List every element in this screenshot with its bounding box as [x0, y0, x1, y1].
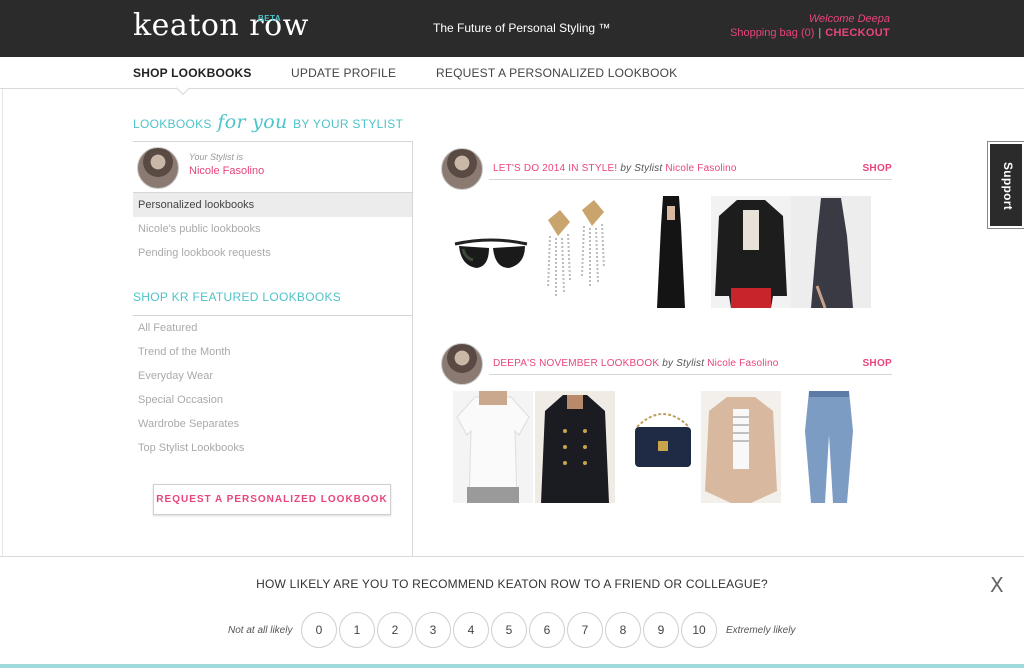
score-button-3[interactable]: 3 — [415, 612, 451, 648]
sidebar-item-all-featured[interactable]: All Featured — [133, 316, 412, 340]
product-crystal-earrings[interactable] — [536, 196, 616, 308]
sidebar-item-personalized[interactable]: Personalized lookbooks — [133, 193, 412, 217]
shop-link[interactable]: SHOP — [862, 358, 892, 369]
shopping-bag-link[interactable]: Shopping bag (0) — [730, 27, 814, 39]
nps-survey-bar: HOW LIKELY ARE YOU TO RECOMMEND KEATON R… — [0, 556, 1024, 668]
stylist-avatar[interactable] — [441, 148, 483, 190]
product-navy-crossbody-bag[interactable] — [623, 391, 703, 503]
score-button-10[interactable]: 10 — [681, 612, 717, 648]
cart-links: Shopping bag (0) | CHECKOUT — [730, 27, 890, 39]
scale-low-label: Not at all likely — [228, 625, 293, 636]
score-button-8[interactable]: 8 — [605, 612, 641, 648]
stylist-name-link[interactable]: Nicole Fasolino — [189, 165, 264, 177]
scale-high-label: Extremely likely — [726, 625, 796, 636]
heading-pre: LOOKBOOKS — [133, 117, 212, 131]
checkout-link[interactable]: CHECKOUT — [825, 27, 890, 39]
score-button-1[interactable]: 1 — [339, 612, 375, 648]
lookbook-card: DEEPA'S NOVEMBER LOOKBOOK by Stylist Nic… — [441, 343, 892, 505]
sidebar-item-trend[interactable]: Trend of the Month — [133, 340, 412, 364]
sidebar-item-special[interactable]: Special Occasion — [133, 388, 412, 412]
score-button-0[interactable]: 0 — [301, 612, 337, 648]
featured-lookbooks-heading: SHOP KR FEATURED LOOKBOOKS — [133, 290, 342, 304]
score-button-2[interactable]: 2 — [377, 612, 413, 648]
lookbook-title[interactable]: DEEPA'S NOVEMBER LOOKBOOK by Stylist Nic… — [493, 358, 779, 369]
tab-update-profile[interactable]: UPDATE PROFILE — [291, 66, 396, 80]
sidebar-item-top-stylist[interactable]: Top Stylist Lookbooks — [133, 436, 412, 460]
product-sequin-maxi-dress[interactable] — [791, 196, 871, 308]
score-button-7[interactable]: 7 — [567, 612, 603, 648]
score-button-6[interactable]: 6 — [529, 612, 565, 648]
product-sunglasses[interactable] — [451, 196, 531, 308]
lookbook-name[interactable]: LET'S DO 2014 IN STYLE! — [493, 163, 617, 174]
column-divider — [412, 141, 413, 556]
sidebar-item-separates[interactable]: Wardrobe Separates — [133, 412, 412, 436]
stylist-avatar[interactable] — [137, 147, 179, 189]
sidebar-item-everyday[interactable]: Everyday Wear — [133, 364, 412, 388]
tab-shop-lookbooks[interactable]: SHOP LOOKBOOKS — [133, 66, 252, 80]
personal-lookbook-list: Personalized lookbooks Nicole's public l… — [133, 193, 412, 265]
product-leather-jacket[interactable] — [711, 196, 791, 308]
product-strip — [451, 196, 891, 308]
stylist-avatar[interactable] — [441, 343, 483, 385]
product-black-gown[interactable] — [631, 196, 711, 308]
survey-accent-bar — [0, 664, 1024, 668]
lookbook-name[interactable]: DEEPA'S NOVEMBER LOOKBOOK — [493, 358, 659, 369]
score-button-9[interactable]: 9 — [643, 612, 679, 648]
stylist-link[interactable]: Nicole Fasolino — [665, 163, 736, 174]
featured-lookbook-list: All Featured Trend of the Month Everyday… — [133, 316, 412, 460]
sidebar-item-public[interactable]: Nicole's public lookbooks — [133, 217, 412, 241]
stylist-link[interactable]: Nicole Fasolino — [707, 358, 778, 369]
sidebar-item-pending[interactable]: Pending lookbook requests — [133, 241, 412, 265]
divider — [489, 374, 892, 375]
your-stylist-label: Your Stylist is — [189, 152, 244, 162]
heading-post: BY YOUR STYLIST — [293, 117, 404, 131]
divider — [489, 179, 892, 180]
score-button-5[interactable]: 5 — [491, 612, 527, 648]
heading-script: for you — [217, 111, 288, 133]
product-military-coat[interactable] — [535, 391, 615, 503]
survey-question: HOW LIKELY ARE YOU TO RECOMMEND KEATON R… — [256, 577, 768, 591]
page-edge — [0, 89, 3, 559]
main-nav: SHOP LOOKBOOKS UPDATE PROFILE REQUEST A … — [0, 57, 1024, 89]
support-label: Support — [1001, 161, 1015, 211]
request-lookbook-button[interactable]: REQUEST A PERSONALIZED LOOKBOOK — [153, 484, 391, 515]
lookbook-title[interactable]: LET'S DO 2014 IN STYLE! by Stylist Nicol… — [493, 163, 737, 174]
stylist-card[interactable]: Your Stylist is Nicole Fasolino — [133, 142, 412, 193]
beta-badge: BETA — [258, 14, 282, 23]
product-boyfriend-jeans[interactable] — [789, 391, 869, 503]
product-white-tee[interactable] — [453, 391, 533, 503]
logo[interactable]: keaton row — [133, 8, 309, 43]
lookbooks-for-you-heading: LOOKBOOKS for you BY YOUR STYLIST — [133, 111, 403, 133]
top-header: keaton row BETA The Future of Personal S… — [0, 0, 1024, 57]
tab-request-lookbook[interactable]: REQUEST A PERSONALIZED LOOKBOOK — [436, 66, 677, 80]
welcome-text: Welcome Deepa — [808, 13, 890, 25]
tagline: The Future of Personal Styling ™ — [433, 21, 611, 35]
lookbook-card: LET'S DO 2014 IN STYLE! by Stylist Nicol… — [441, 148, 892, 310]
support-tab[interactable]: Support — [988, 142, 1024, 228]
product-draped-jacket[interactable] — [701, 391, 781, 503]
score-button-4[interactable]: 4 — [453, 612, 489, 648]
product-strip — [451, 391, 891, 503]
divider: | — [818, 27, 822, 39]
close-icon[interactable]: X — [990, 573, 1004, 597]
by-stylist-label: by Stylist — [662, 358, 705, 369]
by-stylist-label: by Stylist — [620, 163, 663, 174]
shop-link[interactable]: SHOP — [862, 163, 892, 174]
